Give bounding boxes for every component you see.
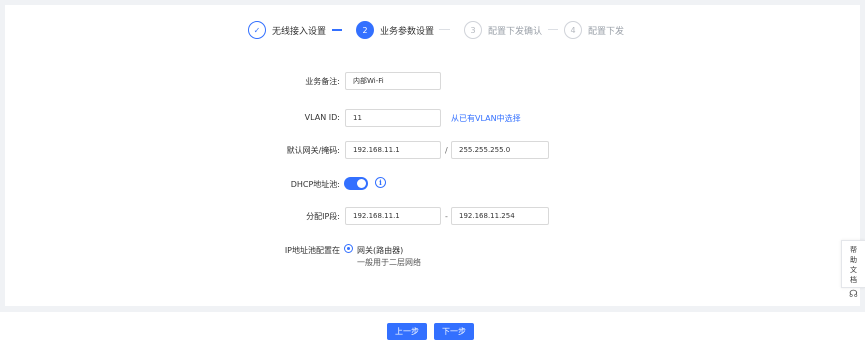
step-4-number: 4 bbox=[564, 21, 582, 39]
help-docs-label: 帮助文档 bbox=[850, 246, 857, 284]
step-2-number: 2 bbox=[356, 21, 374, 39]
footer-bar: 上一步 下一步 bbox=[0, 312, 865, 346]
gateway-radio-description: 一般用于二层网络 bbox=[357, 258, 421, 267]
step-3[interactable]: 3 配置下发确认 bbox=[464, 19, 542, 41]
select-vlan-link[interactable]: 从已有VLAN中选择 bbox=[451, 113, 521, 124]
vlan-row: VLAN ID: 从已有VLAN中选择 bbox=[5, 109, 860, 127]
dhcp-row: DHCP地址池: i bbox=[5, 175, 860, 193]
gateway-radio-label[interactable]: 网关(路由器) bbox=[357, 245, 403, 256]
step-connector-3 bbox=[548, 29, 558, 30]
pool-location-row: IP地址池配置在 网关(路由器) 一般用于二层网络 bbox=[5, 241, 860, 271]
step-3-number: 3 bbox=[464, 21, 482, 39]
step-1[interactable]: ✓ 无线接入设置 bbox=[248, 19, 326, 41]
step-4[interactable]: 4 配置下发 bbox=[564, 19, 624, 41]
step-4-label: 配置下发 bbox=[588, 26, 625, 37]
help-docs-widget[interactable]: 帮助文档 ☊ bbox=[841, 240, 865, 300]
dhcp-toggle[interactable] bbox=[344, 177, 368, 190]
dhcp-label: DHCP地址池: bbox=[290, 180, 340, 189]
gateway-label: 默认网关/掩码: bbox=[286, 146, 340, 155]
remark-input[interactable] bbox=[345, 72, 441, 90]
gateway-input[interactable] bbox=[345, 141, 441, 159]
vlan-label: VLAN ID: bbox=[304, 113, 340, 122]
step-1-label: 无线接入设置 bbox=[272, 26, 327, 37]
ip-range-label: 分配IP段: bbox=[306, 212, 340, 221]
step-indicator: ✓ 无线接入设置 2 业务参数设置 3 配置下发确认 4 配置下发 bbox=[5, 19, 860, 41]
headset-icon: ☊ bbox=[849, 289, 858, 300]
next-step-button[interactable]: 下一步 bbox=[434, 323, 474, 340]
step-2-label: 业务参数设置 bbox=[380, 26, 435, 37]
mask-input[interactable] bbox=[451, 141, 549, 159]
pool-location-label: IP地址池配置在 bbox=[284, 246, 340, 255]
wizard-card: ✓ 无线接入设置 2 业务参数设置 3 配置下发确认 4 配置下发 业务备注: … bbox=[5, 5, 860, 306]
check-icon: ✓ bbox=[248, 21, 266, 39]
step-connector-2 bbox=[439, 29, 450, 30]
gateway-row: 默认网关/掩码: / bbox=[5, 141, 860, 159]
vlan-input[interactable] bbox=[345, 109, 441, 127]
gateway-radio[interactable] bbox=[344, 244, 353, 253]
ip-range-row: 分配IP段: - bbox=[5, 207, 860, 225]
remark-row: 业务备注: bbox=[5, 72, 860, 90]
remark-label: 业务备注: bbox=[305, 77, 340, 86]
range-end-input[interactable] bbox=[451, 207, 549, 225]
toggle-knob bbox=[357, 179, 366, 188]
step-3-label: 配置下发确认 bbox=[488, 26, 543, 37]
step-connector-1 bbox=[332, 29, 342, 31]
range-separator: - bbox=[445, 212, 448, 221]
info-icon[interactable]: i bbox=[375, 177, 386, 188]
step-2[interactable]: 2 业务参数设置 bbox=[356, 19, 434, 41]
gateway-separator: / bbox=[445, 146, 448, 155]
prev-step-button[interactable]: 上一步 bbox=[387, 323, 427, 340]
range-start-input[interactable] bbox=[345, 207, 441, 225]
